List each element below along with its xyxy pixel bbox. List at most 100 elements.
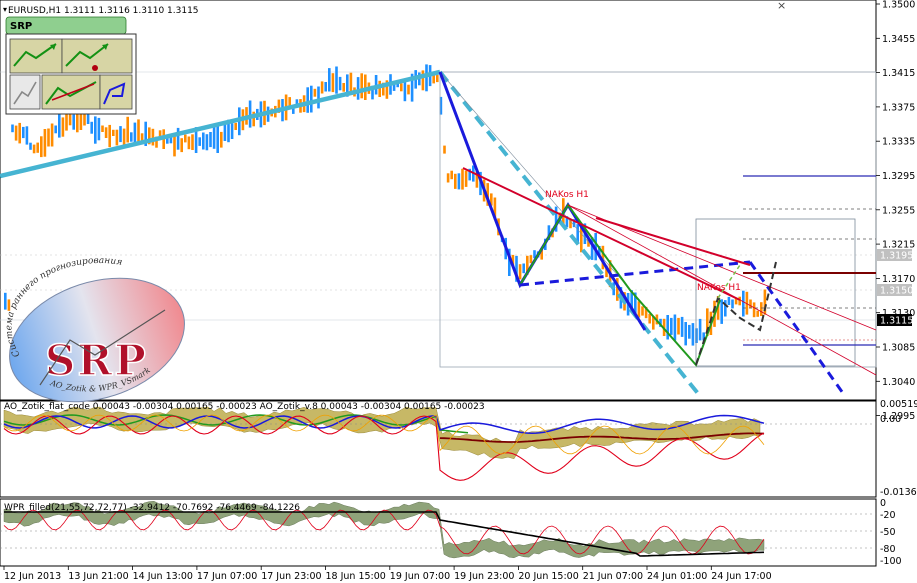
flag-icon[interactable] xyxy=(99,74,133,110)
trend-grey-icon[interactable] xyxy=(9,74,41,110)
price-bar xyxy=(317,86,320,109)
price-bar xyxy=(234,122,237,130)
price-bar xyxy=(97,117,101,141)
time-tick: 19 Jun 07:00 xyxy=(390,571,450,582)
price-bar xyxy=(313,88,317,97)
price-bar xyxy=(180,138,183,153)
price-tick: 1.3455 xyxy=(882,34,915,45)
price-bar xyxy=(230,123,234,139)
price-bar xyxy=(11,124,14,133)
price-bar xyxy=(112,129,115,136)
price-bar xyxy=(392,84,396,91)
price-bar xyxy=(349,72,353,93)
price-bar xyxy=(421,70,425,91)
price-bar xyxy=(209,132,212,148)
price-bar xyxy=(79,113,83,130)
nakos-label-2: NAKos H1 xyxy=(697,283,741,293)
price-bar xyxy=(738,296,741,306)
indicator2-tick: -100 xyxy=(880,556,902,567)
trend-up-dot-icon[interactable] xyxy=(61,38,133,74)
price-bar xyxy=(130,132,133,142)
price-tag: 1.3195 xyxy=(880,251,913,262)
price-bar xyxy=(205,134,209,151)
price-bar xyxy=(324,82,327,92)
time-tick: 13 Jun 21:00 xyxy=(68,571,128,582)
price-bar xyxy=(137,119,140,144)
price-bar xyxy=(14,125,18,141)
price-bar xyxy=(331,73,335,93)
price-tick: 1.3375 xyxy=(882,102,915,113)
price-bar xyxy=(115,129,119,146)
price-bar xyxy=(443,145,446,154)
trend-up-icon[interactable] xyxy=(9,38,63,74)
price-bar xyxy=(133,122,137,144)
price-bar xyxy=(698,318,702,341)
price-bar xyxy=(425,64,428,92)
time-tick: 14 Jun 13:00 xyxy=(133,571,193,582)
price-bar xyxy=(407,84,410,95)
price-bar xyxy=(637,301,641,318)
price-bar xyxy=(22,126,25,139)
time-tick: 24 Jun 17:00 xyxy=(711,571,771,582)
price-bar xyxy=(749,299,752,309)
price-tick: 1.3170 xyxy=(882,274,915,285)
price-tick: 1.3500 xyxy=(882,0,915,11)
price-bar xyxy=(522,263,525,274)
price-bar xyxy=(360,73,363,99)
symbol-info: EURUSD,H1 1.3111 1.3116 1.3110 1.3115 xyxy=(8,6,199,16)
price-bar xyxy=(400,83,403,92)
price-bar xyxy=(457,173,461,190)
price-bar xyxy=(61,117,65,137)
price-bar xyxy=(752,302,756,318)
time-tick: 24 Jun 01:00 xyxy=(647,571,707,582)
nakos-label-1: NAKos H1 xyxy=(545,190,589,200)
indicator2-top-tick: 0 xyxy=(880,498,886,509)
price-bar xyxy=(464,170,468,187)
price-bar xyxy=(223,122,227,141)
price-bar xyxy=(40,136,43,158)
price-bar xyxy=(684,322,687,346)
srp-toolbar[interactable]: SRP xyxy=(5,16,137,115)
price-bar xyxy=(220,131,223,148)
price-bar xyxy=(306,87,309,113)
price-bar xyxy=(454,173,457,189)
price-bar xyxy=(119,126,122,143)
close-icon[interactable]: × xyxy=(777,0,786,12)
indicator2-tick: -50 xyxy=(880,527,896,538)
price-bar xyxy=(648,313,651,324)
time-tick: 20 Jun 15:00 xyxy=(518,571,578,582)
price-tick: 1.3295 xyxy=(882,171,915,182)
price-bar xyxy=(378,80,381,97)
price-bar xyxy=(187,136,191,150)
indicator1-tick: -0.01367 xyxy=(880,487,917,498)
price-tick: 1.3085 xyxy=(882,343,915,354)
price-bar xyxy=(695,328,698,343)
chart-canvas[interactable]: NAKos H1 NAKos H1 EURUSD,H1 1.3111 1.311… xyxy=(0,0,917,583)
price-bar xyxy=(529,255,533,264)
time-tick: 17 Jun 07:00 xyxy=(197,571,257,582)
price-bar xyxy=(202,132,205,150)
price-bar xyxy=(122,128,126,145)
price-bar xyxy=(403,80,407,102)
price-bar xyxy=(90,121,93,134)
price-bar xyxy=(4,292,7,310)
price-axis: 1.3500 1.3455 1.3415 1.3375 1.3335 1.3295 1.32… xyxy=(876,0,915,422)
price-bar xyxy=(436,74,439,83)
price-bar xyxy=(335,66,338,94)
price-bar xyxy=(216,125,219,153)
indicator1-tick: 0.00 xyxy=(880,414,901,425)
price-bar xyxy=(320,81,324,94)
time-tick: 18 Jun 15:00 xyxy=(326,571,386,582)
price-bar xyxy=(25,126,29,145)
price-bar xyxy=(673,314,677,341)
trend-red-icon[interactable] xyxy=(41,74,101,110)
price-bar xyxy=(29,142,32,150)
price-tag: 1.3115 xyxy=(880,316,913,327)
price-bar xyxy=(32,144,36,154)
price-tick: 1.3255 xyxy=(882,205,915,216)
price-bar xyxy=(680,316,684,337)
price-bar xyxy=(446,173,450,183)
price-tick: 1.3415 xyxy=(882,68,915,79)
price-tag: 1.3150 xyxy=(880,286,913,297)
dropdown-arrow-icon[interactable]: ▾ xyxy=(3,5,7,14)
